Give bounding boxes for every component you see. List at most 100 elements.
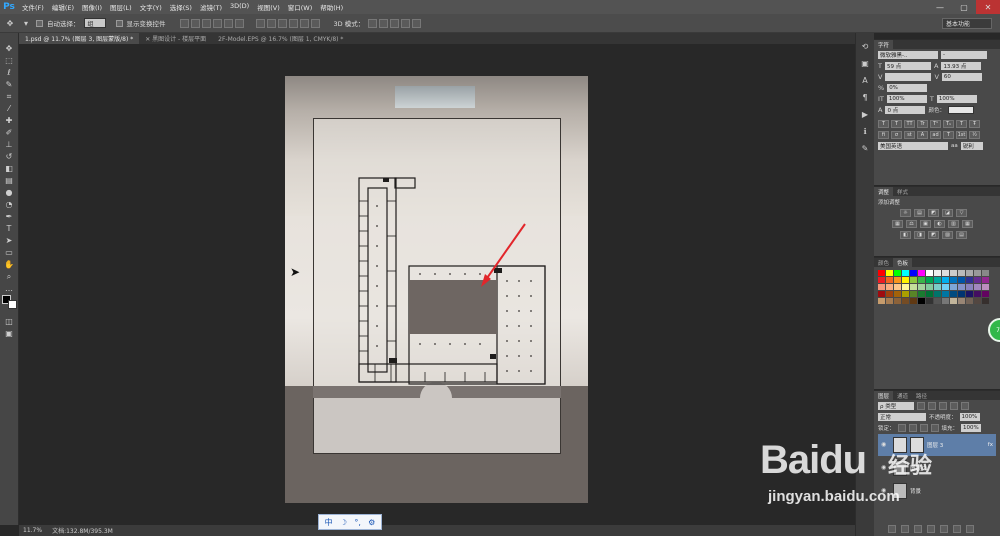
brush-panel-icon[interactable]: ✎: [859, 143, 871, 153]
3d-roll-button[interactable]: [379, 18, 389, 28]
doc-tab-2[interactable]: ✕ 黑图设计 - 楼层平面: [139, 33, 212, 44]
distribute-vcenter-button[interactable]: [266, 18, 276, 28]
layer-row[interactable]: ◉ 背景: [878, 480, 996, 502]
ime-chinese-mode[interactable]: 中: [325, 517, 333, 528]
new-layer-icon[interactable]: [953, 524, 961, 533]
vertical-scale-field[interactable]: 100%: [886, 94, 927, 103]
screen-mode-icon[interactable]: ▣: [3, 328, 15, 339]
text-style-button[interactable]: T: [891, 119, 902, 128]
color-swatch[interactable]: [886, 284, 893, 290]
text-style-button[interactable]: T: [956, 119, 967, 128]
quick-mask-icon[interactable]: ◫: [3, 316, 15, 327]
adjustment-button[interactable]: ▨: [942, 230, 953, 239]
layer-filter-dropdown[interactable]: ρ 类型: [878, 401, 914, 410]
opentype-button[interactable]: 1st: [956, 130, 967, 139]
dodge-tool-icon[interactable]: ◔: [3, 199, 15, 210]
menu-item[interactable]: 图层(L): [106, 2, 136, 12]
distribute-right-button[interactable]: [310, 18, 320, 28]
color-swatch[interactable]: [894, 270, 901, 276]
filter-type-icon[interactable]: [939, 401, 947, 410]
filter-adjust-icon[interactable]: [928, 401, 936, 410]
text-style-button[interactable]: Tr: [917, 119, 928, 128]
3d-rotate-button[interactable]: [368, 18, 378, 28]
crop-tool-icon[interactable]: ⌗: [3, 91, 15, 102]
scale-field[interactable]: 0%: [887, 83, 928, 92]
adjustment-button[interactable]: ▽: [956, 208, 967, 217]
color-swatch[interactable]: [942, 291, 949, 297]
tab-adjustments[interactable]: 调整: [874, 187, 894, 196]
color-swatch[interactable]: [902, 291, 909, 297]
color-swatch[interactable]: [886, 270, 893, 276]
tab-layers[interactable]: 图层: [874, 391, 894, 400]
color-swatch[interactable]: [902, 277, 909, 283]
color-swatch[interactable]: [918, 277, 925, 283]
text-style-button[interactable]: T: [878, 119, 889, 128]
opentype-button[interactable]: A: [917, 130, 928, 139]
adjustment-button[interactable]: ◩: [928, 208, 939, 217]
tracking-field[interactable]: 60: [941, 72, 982, 81]
adjustment-button[interactable]: ▦: [892, 219, 903, 228]
align-hcenter-button[interactable]: [223, 18, 233, 28]
hand-tool-icon[interactable]: ✋: [3, 259, 15, 270]
color-swatch[interactable]: [934, 291, 941, 297]
move-tool-icon[interactable]: ✥: [3, 43, 15, 54]
lock-position-icon[interactable]: [919, 423, 928, 432]
new-group-icon[interactable]: [940, 524, 948, 533]
zoom-level[interactable]: 11.7%: [23, 527, 42, 534]
menu-item[interactable]: 帮助(H): [316, 2, 347, 12]
adjustment-button[interactable]: ◩: [928, 230, 939, 239]
color-swatch[interactable]: [958, 270, 965, 276]
minimize-button[interactable]: —: [928, 0, 952, 14]
color-swatch[interactable]: [878, 291, 885, 297]
color-swatch[interactable]: [918, 298, 925, 304]
healing-brush-tool-icon[interactable]: ✚: [3, 115, 15, 126]
tool-preset-dropdown[interactable]: ▾: [20, 18, 32, 29]
color-swatch[interactable]: [894, 284, 901, 290]
quick-select-tool-icon[interactable]: ✎: [3, 79, 15, 90]
settings-icon[interactable]: ⚙: [368, 518, 375, 527]
path-select-tool-icon[interactable]: ➤: [3, 235, 15, 246]
color-swatch[interactable]: [918, 284, 925, 290]
opacity-field[interactable]: 100%: [959, 412, 980, 421]
tab-character[interactable]: 字符: [874, 40, 894, 49]
color-swatch[interactable]: [926, 298, 933, 304]
color-swatch[interactable]: [982, 291, 989, 297]
color-swatch[interactable]: [886, 298, 893, 304]
menu-item[interactable]: 文字(Y): [136, 2, 166, 12]
delete-layer-icon[interactable]: [966, 524, 974, 533]
shape-tool-icon[interactable]: ▭: [3, 247, 15, 258]
color-swatch[interactable]: [894, 291, 901, 297]
lasso-tool-icon[interactable]: ℓ: [3, 67, 15, 78]
color-swatch[interactable]: [982, 277, 989, 283]
color-swatch[interactable]: [966, 277, 973, 283]
link-layers-icon[interactable]: [888, 524, 896, 533]
adjustment-button[interactable]: ▦: [962, 219, 973, 228]
color-swatch[interactable]: [910, 298, 917, 304]
adjustment-button[interactable]: ◨: [914, 230, 925, 239]
color-swatch[interactable]: [878, 270, 885, 276]
adjustment-button[interactable]: ▥: [948, 219, 959, 228]
color-swatch[interactable]: [950, 291, 957, 297]
color-swatch[interactable]: [886, 277, 893, 283]
adjustment-button[interactable]: ◐: [934, 219, 945, 228]
color-swatch[interactable]: [926, 277, 933, 283]
brush-tool-icon[interactable]: ✐: [3, 127, 15, 138]
adjustment-button[interactable]: ◪: [942, 208, 953, 217]
add-style-icon[interactable]: [901, 524, 909, 533]
color-swatch[interactable]: [894, 277, 901, 283]
font-size-field[interactable]: 59 点: [884, 61, 931, 70]
color-swatch[interactable]: [974, 298, 981, 304]
color-swatch[interactable]: [974, 291, 981, 297]
menu-item[interactable]: 3D(D): [226, 2, 253, 12]
adjustment-button[interactable]: ☼: [900, 208, 911, 217]
eraser-tool-icon[interactable]: ◧: [3, 163, 15, 174]
text-style-button[interactable]: TT: [904, 119, 915, 128]
info-panel-icon[interactable]: ℹ: [859, 126, 871, 136]
align-top-button[interactable]: [179, 18, 189, 28]
marquee-tool-icon[interactable]: ⬚: [3, 55, 15, 66]
text-color-swatch[interactable]: [947, 105, 974, 114]
punctuation-icon[interactable]: °,: [354, 518, 361, 527]
color-swatch[interactable]: [926, 284, 933, 290]
pen-tool-icon[interactable]: ✒: [3, 211, 15, 222]
lock-all-icon[interactable]: [930, 423, 939, 432]
